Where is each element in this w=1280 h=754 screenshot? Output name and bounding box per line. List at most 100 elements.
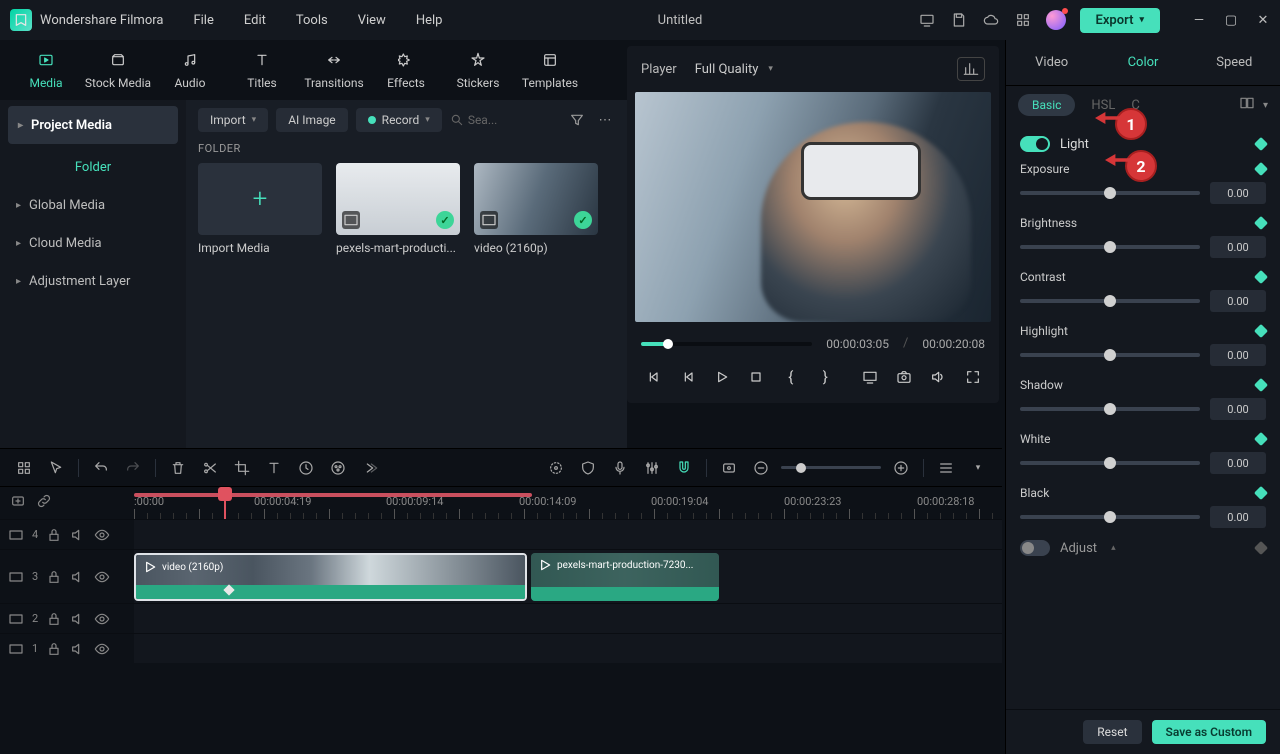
lock-icon[interactable] — [46, 641, 62, 657]
group-adjust[interactable]: Adjust ▴ — [1020, 540, 1266, 556]
shield-icon[interactable] — [576, 456, 600, 480]
lock-icon[interactable] — [46, 569, 62, 585]
color-icon[interactable] — [326, 456, 350, 480]
stop-icon[interactable] — [744, 363, 768, 391]
mute-icon[interactable] — [70, 641, 86, 657]
exposure-slider[interactable] — [1020, 191, 1200, 195]
snapshot-icon[interactable] — [892, 363, 916, 391]
avatar[interactable] — [1046, 10, 1066, 30]
keyframe-icon[interactable] — [1254, 162, 1268, 176]
link-icon[interactable] — [36, 493, 52, 513]
delete-icon[interactable] — [166, 456, 190, 480]
display-icon[interactable] — [857, 363, 881, 391]
more-tools-icon[interactable] — [358, 456, 382, 480]
window-close[interactable]: ✕ — [1256, 13, 1270, 28]
highlight-slider[interactable] — [1020, 353, 1200, 357]
subtab-hsl[interactable]: HSL — [1091, 98, 1115, 113]
more-icon[interactable]: ⋯ — [595, 113, 615, 128]
undo-icon[interactable] — [89, 456, 113, 480]
mute-icon[interactable] — [70, 569, 86, 585]
track-lane[interactable] — [134, 520, 1002, 549]
filter-icon[interactable] — [567, 112, 587, 128]
redo-icon[interactable] — [121, 456, 145, 480]
keyframe-icon[interactable] — [1254, 137, 1268, 151]
tl-options-icon[interactable]: ▾ — [966, 456, 990, 480]
highlight-value[interactable]: 0.00 — [1210, 344, 1266, 366]
shadow-value[interactable]: 0.00 — [1210, 398, 1266, 420]
white-value[interactable]: 0.00 — [1210, 452, 1266, 474]
mode-media[interactable]: Media — [10, 48, 82, 100]
save-icon[interactable] — [950, 11, 968, 29]
keyframe-icon[interactable] — [1254, 378, 1268, 392]
record-button[interactable]: Record▾ — [356, 108, 442, 132]
step-back-icon[interactable] — [675, 363, 699, 391]
track-lane[interactable] — [134, 634, 1002, 663]
fullscreen-icon[interactable] — [961, 363, 985, 391]
player-scrubber[interactable] — [641, 342, 812, 346]
mute-icon[interactable] — [70, 611, 86, 627]
shadow-slider[interactable] — [1020, 407, 1200, 411]
keyframe-icon[interactable] — [1254, 541, 1268, 555]
keyframe-icon[interactable] — [1254, 270, 1268, 284]
track-lane[interactable]: video (2160p) pexels-mart-production-723… — [134, 550, 1002, 603]
quality-dropdown[interactable]: Full Quality▾ — [695, 62, 773, 77]
play-icon[interactable] — [710, 363, 734, 391]
device-icon[interactable] — [918, 11, 936, 29]
auto-ripple-icon[interactable] — [10, 493, 26, 513]
timeline-ruler[interactable]: :00:0000:00:04:1900:00:09:1400:00:14:090… — [134, 487, 1002, 519]
contrast-value[interactable]: 0.00 — [1210, 290, 1266, 312]
timeline-clip[interactable]: video (2160p) — [134, 553, 527, 601]
black-slider[interactable] — [1020, 515, 1200, 519]
lock-icon[interactable] — [46, 527, 62, 543]
crop-icon[interactable] — [230, 456, 254, 480]
mark-out-icon[interactable]: } — [813, 363, 837, 391]
tracks-view-icon[interactable] — [934, 456, 958, 480]
tab-video[interactable]: Video — [1006, 55, 1097, 70]
track-lane[interactable] — [134, 604, 1002, 633]
menu-file[interactable]: File — [193, 13, 213, 28]
light-toggle[interactable] — [1020, 136, 1050, 152]
apps-icon[interactable] — [1014, 11, 1032, 29]
brightness-slider[interactable] — [1020, 245, 1200, 249]
sidebar-project-media[interactable]: ▸Project Media — [8, 106, 178, 144]
mode-effects[interactable]: Effects — [370, 48, 442, 100]
mode-stickers[interactable]: Stickers — [442, 48, 514, 100]
mode-stock[interactable]: Stock Media — [82, 48, 154, 100]
split-icon[interactable] — [198, 456, 222, 480]
white-slider[interactable] — [1020, 461, 1200, 465]
mode-transitions[interactable]: Transitions — [298, 48, 370, 100]
media-thumb[interactable]: ✓ video (2160p) — [474, 163, 598, 255]
cloud-icon[interactable] — [982, 11, 1000, 29]
reset-button[interactable]: Reset — [1083, 720, 1141, 744]
keyframe-icon[interactable] — [1254, 324, 1268, 338]
visibility-icon[interactable] — [94, 569, 110, 585]
ai-image-button[interactable]: AI Image — [276, 108, 347, 132]
tl-cursor-icon[interactable] — [44, 456, 68, 480]
sidebar-global-media[interactable]: ▸Global Media — [0, 186, 186, 224]
export-button[interactable]: Export▾ — [1080, 8, 1160, 33]
magnet-icon[interactable] — [672, 456, 696, 480]
marker-icon[interactable] — [717, 456, 741, 480]
chevron-down-icon[interactable]: ▾ — [1263, 100, 1268, 111]
mark-in-icon[interactable]: { — [779, 363, 803, 391]
mic-icon[interactable] — [608, 456, 632, 480]
menu-edit[interactable]: Edit — [244, 13, 266, 28]
lock-icon[interactable] — [46, 611, 62, 627]
text-icon[interactable] — [262, 456, 286, 480]
sidebar-cloud-media[interactable]: ▸Cloud Media — [0, 224, 186, 262]
mode-titles[interactable]: Titles — [226, 48, 298, 100]
tab-speed[interactable]: Speed — [1189, 55, 1280, 70]
tab-color[interactable]: Color — [1097, 55, 1188, 70]
compare-icon[interactable] — [1239, 95, 1255, 115]
menu-help[interactable]: Help — [416, 13, 443, 28]
keyframe-icon[interactable] — [1254, 432, 1268, 446]
adjust-toggle[interactable] — [1020, 540, 1050, 556]
zoom-in-icon[interactable] — [889, 456, 913, 480]
mute-icon[interactable] — [70, 527, 86, 543]
tl-layout-icon[interactable] — [12, 456, 36, 480]
sidebar-folder[interactable]: Folder — [0, 148, 186, 186]
zoom-out-icon[interactable] — [749, 456, 773, 480]
keyframe-tool-icon[interactable] — [544, 456, 568, 480]
contrast-slider[interactable] — [1020, 299, 1200, 303]
volume-icon[interactable] — [926, 363, 950, 391]
